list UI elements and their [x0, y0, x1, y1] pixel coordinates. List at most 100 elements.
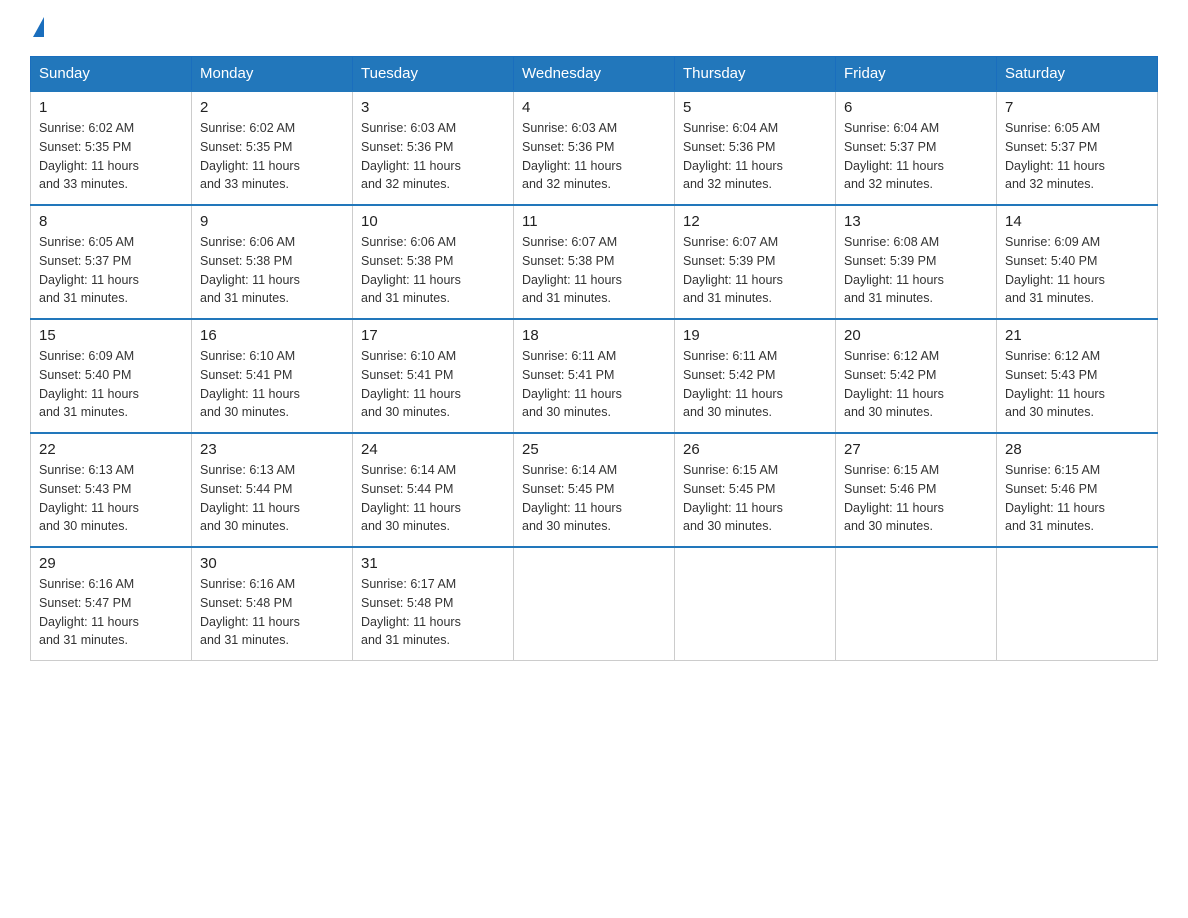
day-number: 23 — [200, 441, 344, 458]
header-cell-tuesday: Tuesday — [353, 57, 514, 92]
day-number: 8 — [39, 213, 183, 230]
day-number: 16 — [200, 327, 344, 344]
day-info: Sunrise: 6:06 AMSunset: 5:38 PMDaylight:… — [361, 233, 505, 308]
day-info: Sunrise: 6:13 AMSunset: 5:43 PMDaylight:… — [39, 461, 183, 536]
day-cell: 23 Sunrise: 6:13 AMSunset: 5:44 PMDaylig… — [192, 433, 353, 547]
day-info: Sunrise: 6:16 AMSunset: 5:48 PMDaylight:… — [200, 575, 344, 650]
day-cell: 14 Sunrise: 6:09 AMSunset: 5:40 PMDaylig… — [997, 205, 1158, 319]
day-cell: 9 Sunrise: 6:06 AMSunset: 5:38 PMDayligh… — [192, 205, 353, 319]
day-info: Sunrise: 6:08 AMSunset: 5:39 PMDaylight:… — [844, 233, 988, 308]
logo-triangle-icon — [33, 17, 44, 37]
day-info: Sunrise: 6:12 AMSunset: 5:43 PMDaylight:… — [1005, 347, 1149, 422]
week-row-5: 29 Sunrise: 6:16 AMSunset: 5:47 PMDaylig… — [31, 547, 1158, 661]
day-cell — [836, 547, 997, 661]
day-cell: 2 Sunrise: 6:02 AMSunset: 5:35 PMDayligh… — [192, 91, 353, 205]
header-row: SundayMondayTuesdayWednesdayThursdayFrid… — [31, 57, 1158, 92]
day-info: Sunrise: 6:02 AMSunset: 5:35 PMDaylight:… — [200, 119, 344, 194]
day-number: 30 — [200, 555, 344, 572]
day-number: 5 — [683, 99, 827, 116]
day-cell: 31 Sunrise: 6:17 AMSunset: 5:48 PMDaylig… — [353, 547, 514, 661]
day-number: 2 — [200, 99, 344, 116]
day-info: Sunrise: 6:17 AMSunset: 5:48 PMDaylight:… — [361, 575, 505, 650]
day-cell: 11 Sunrise: 6:07 AMSunset: 5:38 PMDaylig… — [514, 205, 675, 319]
day-cell: 16 Sunrise: 6:10 AMSunset: 5:41 PMDaylig… — [192, 319, 353, 433]
day-number: 9 — [200, 213, 344, 230]
day-info: Sunrise: 6:12 AMSunset: 5:42 PMDaylight:… — [844, 347, 988, 422]
day-cell: 24 Sunrise: 6:14 AMSunset: 5:44 PMDaylig… — [353, 433, 514, 547]
day-number: 17 — [361, 327, 505, 344]
day-cell: 12 Sunrise: 6:07 AMSunset: 5:39 PMDaylig… — [675, 205, 836, 319]
header-cell-thursday: Thursday — [675, 57, 836, 92]
day-number: 29 — [39, 555, 183, 572]
day-cell: 30 Sunrise: 6:16 AMSunset: 5:48 PMDaylig… — [192, 547, 353, 661]
day-cell: 1 Sunrise: 6:02 AMSunset: 5:35 PMDayligh… — [31, 91, 192, 205]
day-cell: 26 Sunrise: 6:15 AMSunset: 5:45 PMDaylig… — [675, 433, 836, 547]
logo — [30, 20, 44, 40]
day-number: 14 — [1005, 213, 1149, 230]
day-cell: 20 Sunrise: 6:12 AMSunset: 5:42 PMDaylig… — [836, 319, 997, 433]
day-cell: 4 Sunrise: 6:03 AMSunset: 5:36 PMDayligh… — [514, 91, 675, 205]
day-info: Sunrise: 6:14 AMSunset: 5:45 PMDaylight:… — [522, 461, 666, 536]
day-cell: 15 Sunrise: 6:09 AMSunset: 5:40 PMDaylig… — [31, 319, 192, 433]
calendar-body: 1 Sunrise: 6:02 AMSunset: 5:35 PMDayligh… — [31, 91, 1158, 661]
header-cell-friday: Friday — [836, 57, 997, 92]
page-header — [30, 20, 1158, 40]
day-info: Sunrise: 6:05 AMSunset: 5:37 PMDaylight:… — [1005, 119, 1149, 194]
day-info: Sunrise: 6:10 AMSunset: 5:41 PMDaylight:… — [200, 347, 344, 422]
day-number: 7 — [1005, 99, 1149, 116]
day-info: Sunrise: 6:13 AMSunset: 5:44 PMDaylight:… — [200, 461, 344, 536]
day-info: Sunrise: 6:03 AMSunset: 5:36 PMDaylight:… — [361, 119, 505, 194]
day-cell: 13 Sunrise: 6:08 AMSunset: 5:39 PMDaylig… — [836, 205, 997, 319]
day-cell: 19 Sunrise: 6:11 AMSunset: 5:42 PMDaylig… — [675, 319, 836, 433]
header-cell-sunday: Sunday — [31, 57, 192, 92]
day-number: 3 — [361, 99, 505, 116]
day-cell: 3 Sunrise: 6:03 AMSunset: 5:36 PMDayligh… — [353, 91, 514, 205]
day-number: 27 — [844, 441, 988, 458]
day-cell: 18 Sunrise: 6:11 AMSunset: 5:41 PMDaylig… — [514, 319, 675, 433]
day-info: Sunrise: 6:16 AMSunset: 5:47 PMDaylight:… — [39, 575, 183, 650]
day-cell — [675, 547, 836, 661]
day-info: Sunrise: 6:04 AMSunset: 5:37 PMDaylight:… — [844, 119, 988, 194]
day-info: Sunrise: 6:02 AMSunset: 5:35 PMDaylight:… — [39, 119, 183, 194]
day-number: 26 — [683, 441, 827, 458]
day-number: 19 — [683, 327, 827, 344]
day-info: Sunrise: 6:09 AMSunset: 5:40 PMDaylight:… — [39, 347, 183, 422]
day-number: 20 — [844, 327, 988, 344]
day-number: 18 — [522, 327, 666, 344]
day-cell: 29 Sunrise: 6:16 AMSunset: 5:47 PMDaylig… — [31, 547, 192, 661]
day-number: 4 — [522, 99, 666, 116]
calendar-header: SundayMondayTuesdayWednesdayThursdayFrid… — [31, 57, 1158, 92]
day-number: 24 — [361, 441, 505, 458]
day-info: Sunrise: 6:11 AMSunset: 5:41 PMDaylight:… — [522, 347, 666, 422]
day-cell: 28 Sunrise: 6:15 AMSunset: 5:46 PMDaylig… — [997, 433, 1158, 547]
day-number: 28 — [1005, 441, 1149, 458]
day-number: 6 — [844, 99, 988, 116]
week-row-1: 1 Sunrise: 6:02 AMSunset: 5:35 PMDayligh… — [31, 91, 1158, 205]
day-number: 12 — [683, 213, 827, 230]
day-info: Sunrise: 6:15 AMSunset: 5:46 PMDaylight:… — [844, 461, 988, 536]
day-cell: 25 Sunrise: 6:14 AMSunset: 5:45 PMDaylig… — [514, 433, 675, 547]
day-info: Sunrise: 6:14 AMSunset: 5:44 PMDaylight:… — [361, 461, 505, 536]
day-number: 31 — [361, 555, 505, 572]
day-cell — [514, 547, 675, 661]
week-row-2: 8 Sunrise: 6:05 AMSunset: 5:37 PMDayligh… — [31, 205, 1158, 319]
day-cell: 22 Sunrise: 6:13 AMSunset: 5:43 PMDaylig… — [31, 433, 192, 547]
day-info: Sunrise: 6:03 AMSunset: 5:36 PMDaylight:… — [522, 119, 666, 194]
day-number: 13 — [844, 213, 988, 230]
day-cell: 8 Sunrise: 6:05 AMSunset: 5:37 PMDayligh… — [31, 205, 192, 319]
day-number: 25 — [522, 441, 666, 458]
day-info: Sunrise: 6:09 AMSunset: 5:40 PMDaylight:… — [1005, 233, 1149, 308]
day-cell: 6 Sunrise: 6:04 AMSunset: 5:37 PMDayligh… — [836, 91, 997, 205]
day-info: Sunrise: 6:07 AMSunset: 5:38 PMDaylight:… — [522, 233, 666, 308]
day-cell: 17 Sunrise: 6:10 AMSunset: 5:41 PMDaylig… — [353, 319, 514, 433]
header-cell-saturday: Saturday — [997, 57, 1158, 92]
header-cell-monday: Monday — [192, 57, 353, 92]
day-info: Sunrise: 6:15 AMSunset: 5:45 PMDaylight:… — [683, 461, 827, 536]
day-cell: 7 Sunrise: 6:05 AMSunset: 5:37 PMDayligh… — [997, 91, 1158, 205]
day-info: Sunrise: 6:07 AMSunset: 5:39 PMDaylight:… — [683, 233, 827, 308]
day-info: Sunrise: 6:06 AMSunset: 5:38 PMDaylight:… — [200, 233, 344, 308]
day-info: Sunrise: 6:04 AMSunset: 5:36 PMDaylight:… — [683, 119, 827, 194]
week-row-4: 22 Sunrise: 6:13 AMSunset: 5:43 PMDaylig… — [31, 433, 1158, 547]
header-cell-wednesday: Wednesday — [514, 57, 675, 92]
calendar-table: SundayMondayTuesdayWednesdayThursdayFrid… — [30, 56, 1158, 661]
